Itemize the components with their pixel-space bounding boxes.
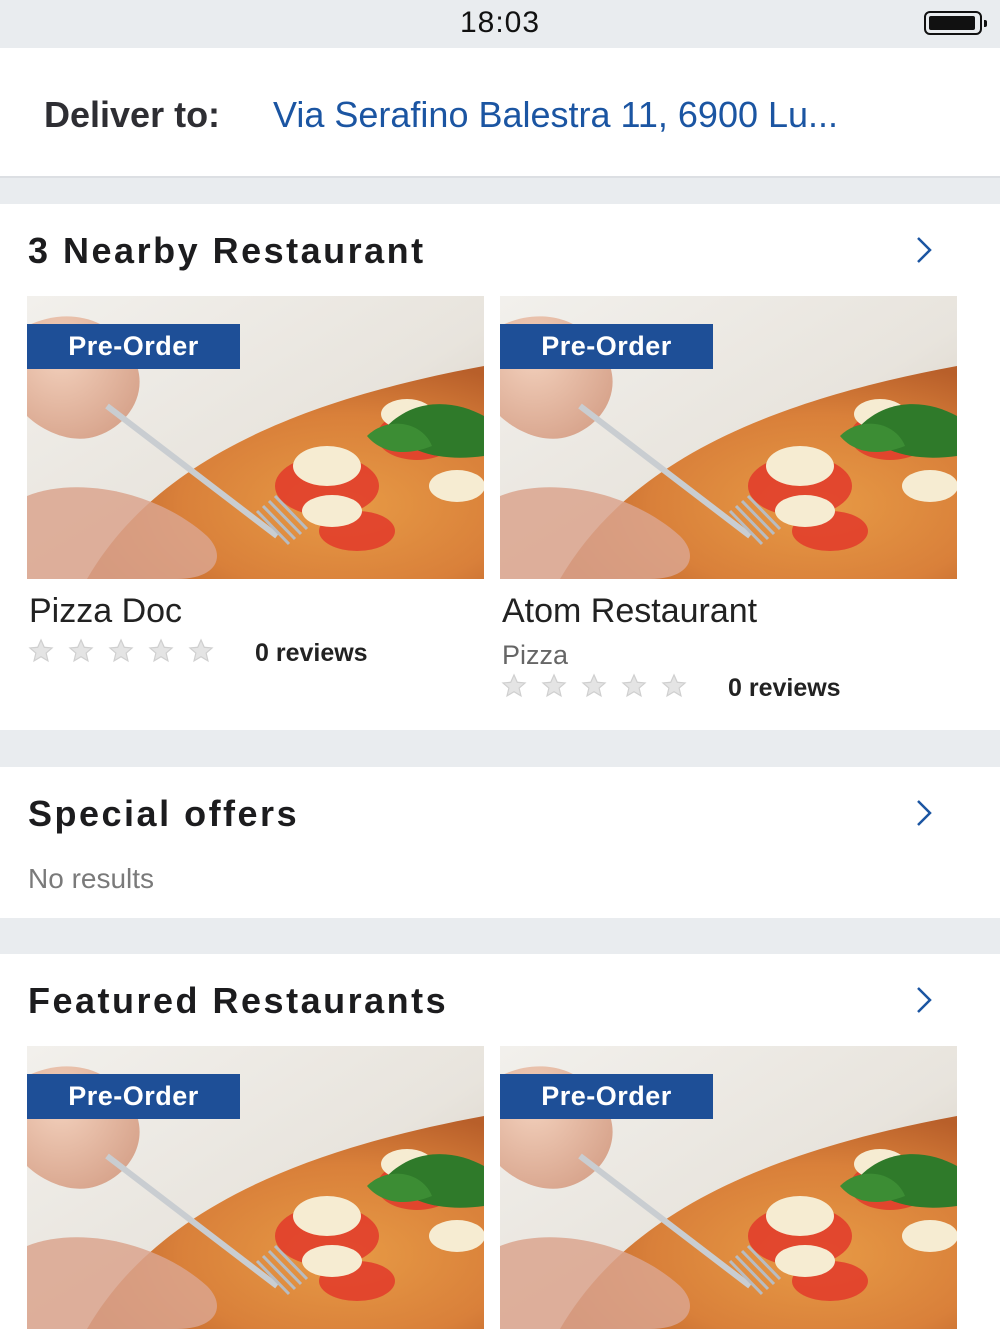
star-icon [660, 672, 688, 700]
nearby-section: 3 Nearby Restaurant Pre-Order Pizza Doc … [0, 204, 1000, 730]
pre-order-badge: Pre-Order [500, 1074, 713, 1119]
restaurant-name[interactable]: Atom Restaurant [502, 592, 757, 631]
battery-icon [924, 11, 987, 35]
star-icon [27, 637, 55, 665]
deliver-label: Deliver to: [44, 94, 221, 135]
star-icon [187, 637, 215, 665]
chevron-right-icon[interactable] [914, 799, 934, 826]
status-bar: 18:03 [0, 0, 1000, 48]
pre-order-badge: Pre-Order [27, 1074, 240, 1119]
restaurant-name[interactable]: Pizza Doc [29, 592, 182, 631]
star-icon [620, 672, 648, 700]
rating-stars [27, 637, 215, 665]
restaurant-cuisine: Pizza [502, 640, 569, 670]
star-icon [107, 637, 135, 665]
section-title-special-offers: Special offers [28, 793, 300, 834]
rating-stars [500, 672, 688, 700]
restaurant-image[interactable]: Pre-Order [500, 1046, 957, 1329]
review-count: 0 reviews [255, 639, 368, 667]
status-time: 18:03 [459, 6, 541, 39]
delivery-address-link[interactable]: Via Serafino Balestra 11, 6900 Lu... [273, 94, 953, 136]
section-title-nearby: 3 Nearby Restaurant [28, 230, 426, 271]
chevron-right-icon[interactable] [914, 236, 934, 263]
star-icon [540, 672, 568, 700]
pre-order-badge: Pre-Order [27, 324, 240, 369]
restaurant-image[interactable]: Pre-Order [27, 1046, 484, 1329]
star-icon [147, 637, 175, 665]
star-icon [67, 637, 95, 665]
special-offers-section: Special offers No results [0, 767, 1000, 918]
featured-section: Featured Restaurants Pre-Order Pre-Order [0, 954, 1000, 1334]
restaurant-image[interactable]: Pre-Order [500, 296, 957, 579]
delivery-address-bar[interactable]: Deliver to: Via Serafino Balestra 11, 69… [0, 48, 1000, 178]
review-count: 0 reviews [728, 674, 841, 702]
star-icon [500, 672, 528, 700]
section-title-featured: Featured Restaurants [28, 980, 449, 1021]
pre-order-badge: Pre-Order [500, 324, 713, 369]
star-icon [580, 672, 608, 700]
chevron-right-icon[interactable] [914, 986, 934, 1013]
restaurant-image[interactable]: Pre-Order [27, 296, 484, 579]
no-results-text: No results [28, 863, 155, 894]
